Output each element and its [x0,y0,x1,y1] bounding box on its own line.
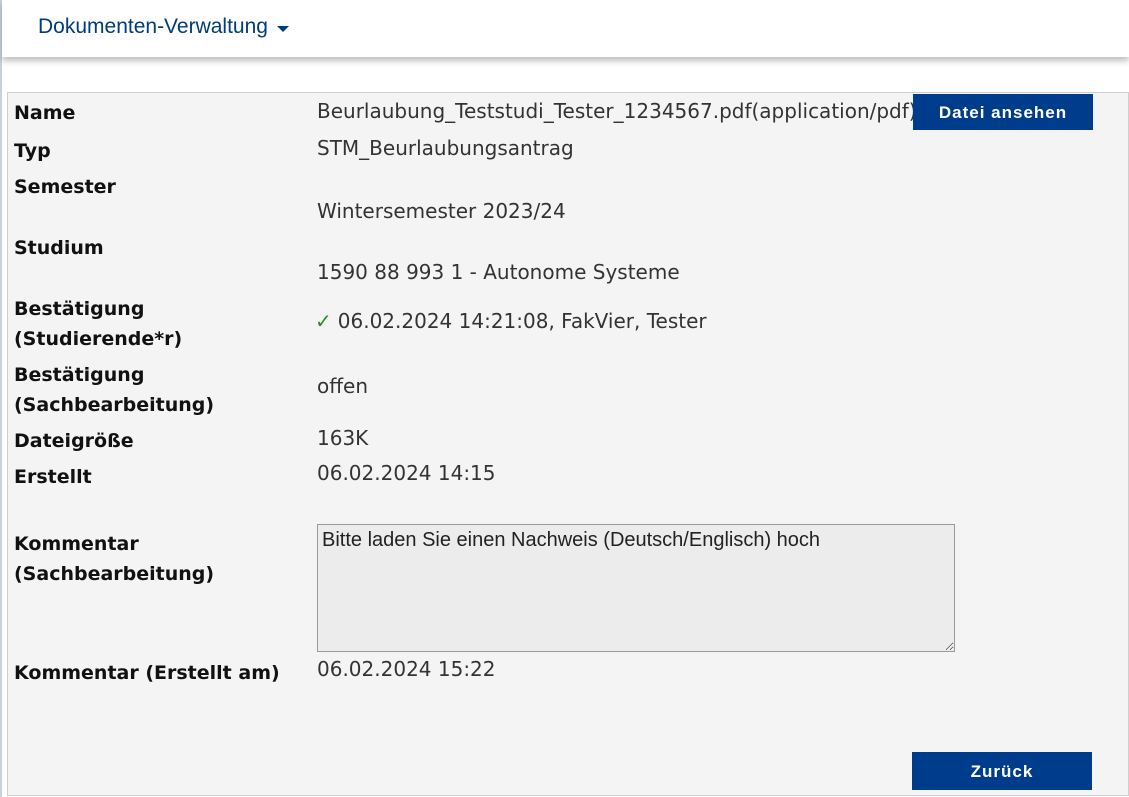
confirmation-student-label-line2: (Studierende*r) [14,328,183,350]
confirmation-student-label-line1: Bestätigung [14,298,145,320]
view-file-button[interactable]: Datei ansehen [913,94,1093,130]
checkmark-icon: ✓ [315,309,332,333]
confirmation-admin-value: offen [317,374,368,398]
file-size-value: 163K [317,426,369,450]
comment-label-line2: (Sachbearbeitung) [14,563,215,585]
study-value: 1590 88 993 1 - Autonome Systeme [317,260,680,284]
back-button[interactable]: Zurück [912,752,1092,790]
comment-textarea[interactable]: Bitte laden Sie einen Nachweis (Deutsch/… [317,524,955,652]
confirmation-student-value: 06.02.2024 14:21:08, FakVier, Tester [337,309,707,333]
page: Dokumenten-Verwaltung Name Beurlaubung_T… [0,0,1129,797]
comment-created-value: 06.02.2024 15:22 [317,657,496,681]
comment-label-line1: Kommentar [14,533,139,555]
confirmation-student-value-row: ✓ 06.02.2024 14:21:08, FakVier, Tester [315,307,707,335]
study-label: Studium [14,237,104,259]
top-navigation-bar: Dokumenten-Verwaltung [2,0,1129,57]
confirmation-admin-label-line1: Bestätigung [14,364,145,386]
confirmation-admin-label-line2: (Sachbearbeitung) [14,394,215,416]
semester-value: Wintersemester 2023/24 [317,199,566,223]
document-management-menu[interactable]: Dokumenten-Verwaltung [38,13,289,41]
type-label: Typ [14,140,51,162]
type-value: STM_Beurlaubungsantrag [317,136,574,160]
semester-label: Semester [14,176,116,198]
created-label: Erstellt [14,466,92,488]
created-value: 06.02.2024 14:15 [317,461,496,485]
file-size-label: Dateigröße [14,430,134,452]
name-value: Beurlaubung_Teststudi_Tester_1234567.pdf… [317,99,917,123]
name-label: Name [14,102,76,124]
document-management-menu-label: Dokumenten-Verwaltung [38,15,268,38]
comment-created-label: Kommentar (Erstellt am) [14,662,280,684]
caret-down-icon [276,25,289,32]
document-details-panel: Name Beurlaubung_Teststudi_Tester_123456… [7,92,1129,796]
